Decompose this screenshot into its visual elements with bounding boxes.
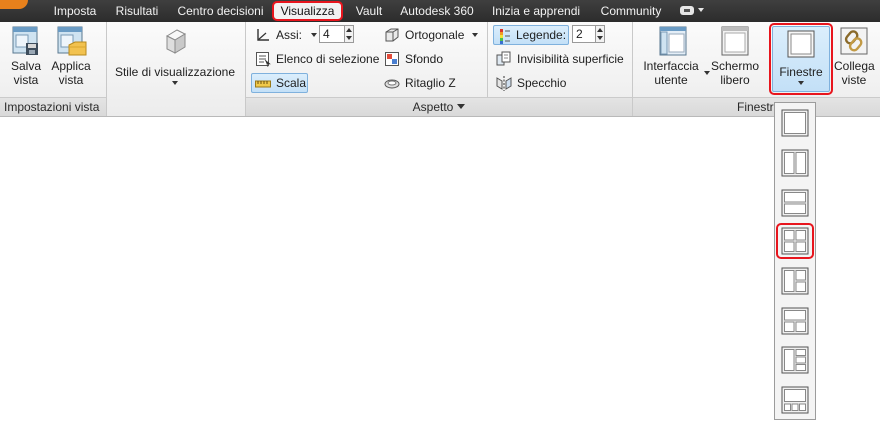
assi-label: Assi:: [276, 28, 303, 42]
specchio-button[interactable]: Specchio: [496, 73, 568, 93]
tab-inizia-e-apprendi[interactable]: Inizia e apprendi: [486, 0, 586, 22]
chevron-down-icon: [472, 33, 478, 37]
orthographic-icon: [385, 28, 399, 42]
finestre-button[interactable]: Finestre: [769, 23, 833, 95]
mirror-icon: [496, 76, 512, 91]
chevron-down-icon: [172, 81, 178, 85]
chevron-down-icon: [457, 104, 466, 109]
minimize-ribbon-icon: [680, 6, 694, 15]
four-windows-top-icon: [781, 386, 809, 414]
apply-view-icon: [57, 26, 87, 56]
legende-stepper[interactable]: 2: [572, 25, 605, 43]
chevron-down-icon: [698, 8, 704, 12]
ribbon-tab-bar: Imposta Risultati Centro decisioni Visua…: [0, 0, 880, 22]
collega-viste-button[interactable]: Collega viste: [834, 25, 875, 87]
increment-icon[interactable]: [597, 28, 603, 32]
specchio-label: Specchio: [517, 76, 567, 90]
layout-four-grid-item[interactable]: [776, 223, 814, 259]
scala-label: Scala: [276, 76, 307, 90]
salva-vista-label: Salva vista: [10, 59, 42, 87]
panel-divider: [487, 22, 488, 97]
ribbon: Salva vista Applica vista Impostazioni v…: [0, 22, 880, 117]
four-windows-icon: [781, 227, 809, 255]
clean-screen-icon: [721, 26, 749, 56]
tab-community[interactable]: Community: [594, 0, 668, 22]
three-windows-top-icon: [781, 307, 809, 335]
scala-button[interactable]: Scala: [251, 73, 308, 93]
assi-stepper[interactable]: 4: [319, 25, 354, 43]
stepper-buttons: [344, 26, 353, 42]
panel-title-aspetto[interactable]: Aspetto: [246, 97, 632, 116]
ruler-icon: [255, 80, 271, 88]
layout-one-left-three-right-item[interactable]: [779, 344, 811, 376]
legende-button[interactable]: Legende:: [493, 25, 569, 45]
ortogonale-button[interactable]: Ortogonale: [384, 25, 480, 45]
panel-divider: [106, 22, 107, 116]
increment-icon[interactable]: [346, 28, 352, 32]
link-views-icon: [840, 27, 868, 55]
layout-single-item[interactable]: [779, 107, 811, 139]
decrement-icon[interactable]: [346, 36, 352, 40]
tab-centro-decisioni[interactable]: Centro decisioni: [170, 0, 271, 22]
two-horizontal-windows-icon: [781, 189, 809, 217]
applica-vista-label: Applica vista: [51, 59, 91, 87]
layout-one-top-three-bottom-item[interactable]: [779, 384, 811, 416]
selection-list-icon: [256, 52, 271, 67]
panel-title-impostazioni-vista: Impostazioni vista: [0, 97, 106, 116]
invisibilita-superficie-label: Invisibilità superficie: [517, 52, 624, 66]
aspetto-title-text: Aspetto: [412, 100, 454, 114]
tab-vault[interactable]: Vault: [350, 0, 388, 22]
tab-risultati[interactable]: Risultati: [110, 0, 164, 22]
elenco-selezione-button[interactable]: Elenco di selezione: [255, 49, 379, 69]
schermo-libero-label: Schermo libero: [710, 59, 760, 87]
ritaglio-z-button[interactable]: Ritaglio Z: [384, 73, 464, 93]
z-clip-icon: [384, 79, 400, 89]
assi-value: 4: [323, 27, 330, 41]
layout-one-left-two-right-item[interactable]: [779, 265, 811, 297]
stepper-buttons: [595, 26, 604, 42]
schermo-libero-button[interactable]: Schermo libero: [710, 25, 760, 87]
decrement-icon[interactable]: [597, 36, 603, 40]
invisibilita-superficie-button[interactable]: Invisibilità superficie: [496, 49, 628, 69]
ribbon-display-options-button[interactable]: [680, 6, 720, 16]
stile-visualizzazione-button[interactable]: Stile di visualizzazione: [112, 25, 238, 85]
three-windows-left-icon: [781, 267, 809, 295]
chevron-down-icon: [311, 33, 317, 37]
layout-two-horizontal-item[interactable]: [779, 187, 811, 219]
sfondo-button[interactable]: Sfondo: [384, 49, 448, 69]
application-menu-button[interactable]: [0, 0, 28, 9]
stile-visualizzazione-label: Stile di visualizzazione: [114, 65, 236, 79]
single-window-icon: [781, 109, 809, 137]
interfaccia-utente-label: Interfaccia utente: [643, 59, 699, 87]
save-view-icon: [12, 26, 38, 55]
legend-color-bar-icon: [500, 29, 510, 44]
legende-label: Legende:: [516, 28, 567, 42]
tab-autodesk-360[interactable]: Autodesk 360: [396, 0, 478, 22]
panel-title-finestre: Finestre: [633, 97, 880, 116]
salva-vista-button[interactable]: Salva vista: [6, 25, 46, 87]
two-vertical-windows-icon: [781, 149, 809, 177]
user-interface-icon: [659, 26, 687, 56]
collega-viste-label: Collega viste: [834, 59, 875, 87]
ritaglio-z-label: Ritaglio Z: [405, 76, 456, 90]
layout-one-top-two-bottom-item[interactable]: [779, 305, 811, 337]
elenco-selezione-label: Elenco di selezione: [276, 52, 380, 66]
four-windows-left-icon: [781, 346, 809, 374]
legende-value: 2: [576, 27, 583, 41]
tab-imposta[interactable]: Imposta: [44, 0, 106, 22]
surface-visibility-icon: [496, 51, 511, 66]
finestre-label: Finestre: [779, 65, 823, 79]
applica-vista-button[interactable]: Applica vista: [50, 25, 92, 87]
window-icon: [787, 30, 815, 58]
chevron-down-icon: [798, 81, 804, 85]
background-icon: [385, 52, 399, 66]
axes-icon: [257, 29, 269, 41]
interfaccia-utente-button[interactable]: Interfaccia utente: [640, 25, 706, 87]
tab-visualizza[interactable]: Visualizza: [272, 1, 343, 21]
finestre-layout-dropdown: [774, 102, 816, 420]
sfondo-label: Sfondo: [405, 52, 444, 66]
ortogonale-label: Ortogonale: [405, 28, 465, 42]
cube-icon: [165, 29, 187, 54]
layout-two-vertical-item[interactable]: [779, 147, 811, 179]
